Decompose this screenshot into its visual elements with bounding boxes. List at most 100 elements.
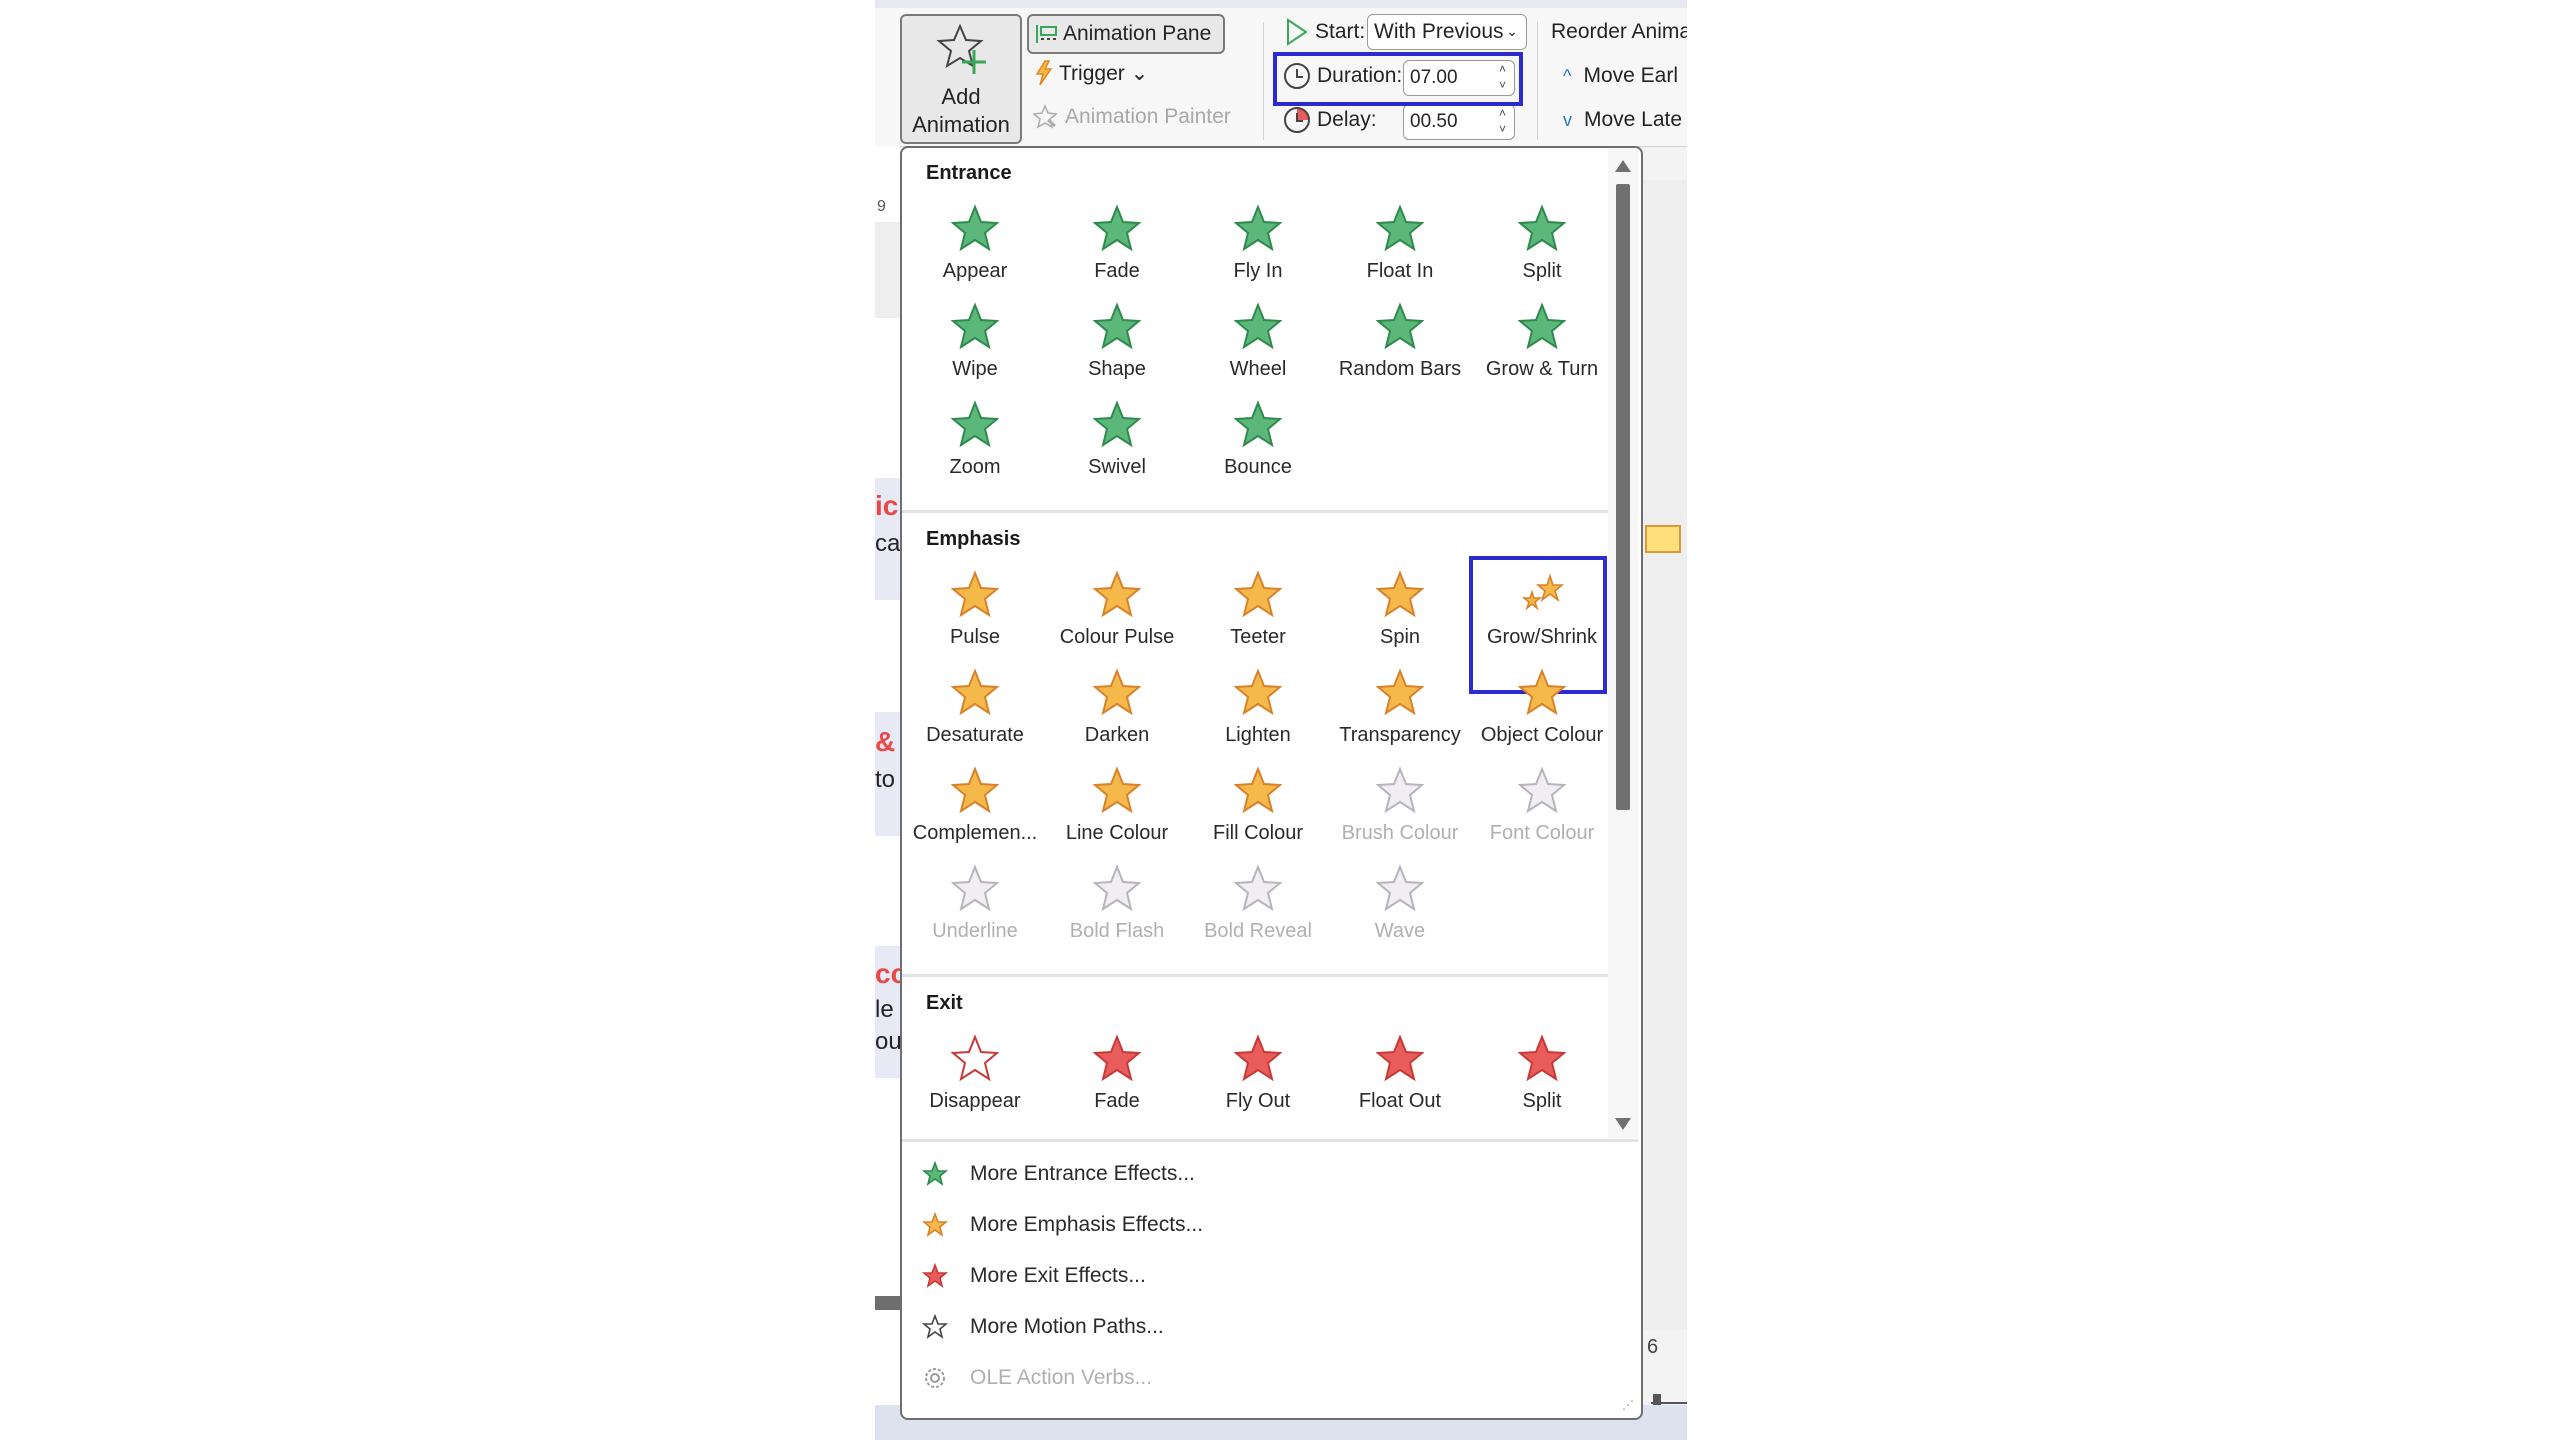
delay-value: 00.50 <box>1410 111 1458 132</box>
fade-star-icon <box>1093 1034 1141 1082</box>
effect-emphasis-bold-flash[interactable]: Bold Flash <box>1046 860 1188 958</box>
scroll-indicator <box>875 1296 900 1310</box>
effect-label: Pulse <box>949 626 1001 648</box>
effect-entrance-wipe[interactable]: Wipe <box>904 298 1046 396</box>
effect-emphasis-object-colour[interactable]: Object Colour <box>1471 664 1608 762</box>
effect-label: Appear <box>942 260 1008 282</box>
appear-star-icon <box>951 204 999 252</box>
gallery-scrollbar[interactable] <box>1608 148 1638 1138</box>
wheel-star-icon <box>1234 302 1282 350</box>
effect-entrance-fly-in[interactable]: Fly In <box>1187 200 1329 298</box>
section-title-exit: Exit <box>926 992 963 1014</box>
menu-item-more-motion-paths[interactable]: More Motion Paths... <box>922 1307 1164 1347</box>
effect-emphasis-teeter[interactable]: Teeter <box>1187 566 1329 664</box>
effect-exit-float-out[interactable]: Float Out <box>1329 1030 1471 1128</box>
zoom-star-icon <box>951 400 999 448</box>
scroll-down-icon[interactable] <box>1615 1118 1631 1130</box>
effect-exit-disappear[interactable]: Disappear <box>904 1030 1046 1128</box>
effect-emphasis-brush-colour[interactable]: Brush Colour <box>1329 762 1471 860</box>
resize-grip-icon[interactable]: ⋰ <box>1622 1398 1635 1412</box>
effect-label: Wheel <box>1229 358 1287 380</box>
effect-entrance-wheel[interactable]: Wheel <box>1187 298 1329 396</box>
effect-label: Random Bars <box>1338 358 1462 380</box>
menu-item-more-emphasis-effects[interactable]: More Emphasis Effects... <box>922 1205 1203 1245</box>
menu-item-more-entrance-effects[interactable]: More Entrance Effects... <box>922 1154 1195 1194</box>
scroll-up-icon[interactable] <box>1615 160 1631 172</box>
reorder-animation-title: Reorder Anima <box>1551 20 1687 44</box>
font-colour-star-icon <box>1518 766 1566 814</box>
slide-text: to <box>875 766 896 793</box>
effect-emphasis-bold-reveal[interactable]: Bold Reveal <box>1187 860 1329 958</box>
scrollbar-thumb[interactable] <box>1616 184 1630 810</box>
effect-label: Lighten <box>1225 724 1291 746</box>
move-earlier-button[interactable]: ^ Move Earl <box>1563 64 1678 88</box>
move-later-button[interactable]: v Move Late <box>1563 108 1682 132</box>
spin-down-icon[interactable]: ˅ <box>1499 77 1506 93</box>
effect-entrance-shape[interactable]: Shape <box>1046 298 1188 396</box>
spin-up-icon[interactable]: ˄ <box>1499 105 1506 121</box>
effect-label: Complemen... <box>912 822 1038 844</box>
ribbon-separator <box>1263 22 1264 140</box>
effect-entrance-swivel[interactable]: Swivel <box>1046 396 1188 494</box>
effect-label: Shape <box>1088 358 1146 380</box>
effect-emphasis-darken[interactable]: Darken <box>1046 664 1188 762</box>
effect-entrance-split[interactable]: Split <box>1471 200 1608 298</box>
effect-emphasis-grow-shrink[interactable]: Grow/Shrink <box>1471 566 1608 664</box>
grow-turn-star-icon <box>1518 302 1566 350</box>
effect-entrance-zoom[interactable]: Zoom <box>904 396 1046 494</box>
spin-up-icon[interactable]: ˄ <box>1499 61 1506 77</box>
effect-emphasis-font-colour[interactable]: Font Colour <box>1471 762 1608 860</box>
colour-pulse-star-icon <box>1093 570 1141 618</box>
clock-icon <box>1284 63 1310 89</box>
complemen-star-icon <box>951 766 999 814</box>
delay-clock-icon <box>1284 107 1310 133</box>
effect-label: Float In <box>1366 260 1434 282</box>
effect-entrance-grow-turn[interactable]: Grow & Turn <box>1471 298 1608 396</box>
effect-emphasis-spin[interactable]: Spin <box>1329 566 1471 664</box>
menu-item-ole-action-verbs[interactable]: OLE Action Verbs... <box>922 1358 1152 1398</box>
add-animation-button[interactable]: Add Animation ⌄ <box>900 14 1022 163</box>
effect-entrance-appear[interactable]: Appear <box>904 200 1046 298</box>
slide-thumb[interactable]: ic ca <box>875 478 900 600</box>
effect-emphasis-transparency[interactable]: Transparency <box>1329 664 1471 762</box>
animation-painter-button[interactable]: Animation Painter <box>1033 104 1231 130</box>
split-star-icon <box>1518 1034 1566 1082</box>
effect-emphasis-complemen[interactable]: Complemen... <box>904 762 1046 860</box>
start-select[interactable]: With Previous ⌄ <box>1367 14 1527 50</box>
effect-emphasis-pulse[interactable]: Pulse <box>904 566 1046 664</box>
delay-label: Delay: <box>1317 108 1377 131</box>
slide-thumb[interactable]: cc le ou <box>875 946 906 1078</box>
effect-entrance-random-bars[interactable]: Random Bars <box>1329 298 1471 396</box>
effect-emphasis-wave[interactable]: Wave <box>1329 860 1471 958</box>
duration-input[interactable]: 07.00 ˄ ˅ <box>1403 60 1515 96</box>
chevron-down-icon: v <box>1563 109 1572 130</box>
slide-thumb[interactable] <box>875 222 900 318</box>
transparency-star-icon <box>1376 668 1424 716</box>
effect-entrance-fade[interactable]: Fade <box>1046 200 1188 298</box>
effect-emphasis-desaturate[interactable]: Desaturate <box>904 664 1046 762</box>
slide-text: ou <box>875 1028 902 1055</box>
effect-emphasis-line-colour[interactable]: Line Colour <box>1046 762 1188 860</box>
slide-thumb[interactable]: & to <box>875 712 900 836</box>
effect-label: Object Colour <box>1480 724 1604 746</box>
effect-label: Swivel <box>1088 456 1146 478</box>
menu-item-more-exit-effects[interactable]: More Exit Effects... <box>922 1256 1146 1296</box>
slide-shape-selected[interactable] <box>1645 525 1681 553</box>
effect-emphasis-underline[interactable]: Underline <box>904 860 1046 958</box>
effect-entrance-float-in[interactable]: Float In <box>1329 200 1471 298</box>
effect-exit-split[interactable]: Split <box>1471 1030 1608 1128</box>
effect-entrance-bounce[interactable]: Bounce <box>1187 396 1329 494</box>
trigger-button[interactable]: Trigger ⌄ <box>1035 60 1148 86</box>
delay-input[interactable]: 00.50 ˄ ˅ <box>1403 104 1515 140</box>
effect-exit-fly-out[interactable]: Fly Out <box>1187 1030 1329 1128</box>
spin-down-icon[interactable]: ˅ <box>1499 121 1506 137</box>
effect-label: Split <box>1522 260 1562 282</box>
effect-emphasis-colour-pulse[interactable]: Colour Pulse <box>1046 566 1188 664</box>
duration-label-row: Duration: <box>1283 62 1402 90</box>
effect-emphasis-fill-colour[interactable]: Fill Colour <box>1187 762 1329 860</box>
effect-exit-fade[interactable]: Fade <box>1046 1030 1188 1128</box>
animation-pane-button[interactable]: Animation Pane <box>1027 14 1226 54</box>
effect-emphasis-lighten[interactable]: Lighten <box>1187 664 1329 762</box>
emphasis-star-icon <box>922 1212 948 1237</box>
add-animation-dropdown: Entrance Appear Fade Fly In Float In Split Wip… <box>900 146 1643 1420</box>
